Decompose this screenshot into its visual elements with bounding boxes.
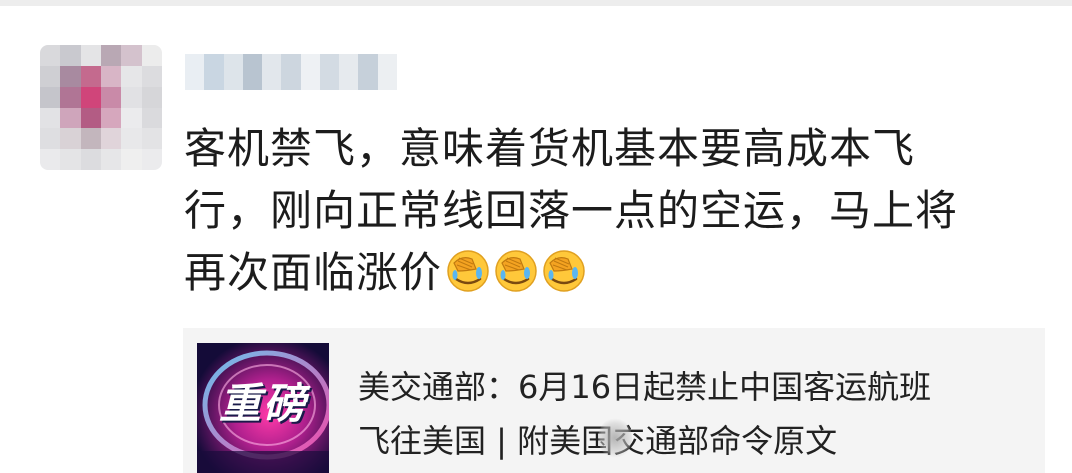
facepalm-cry-icon [495, 250, 537, 292]
avatar-pixel [40, 45, 61, 66]
avatar-pixel [141, 149, 162, 170]
avatar-pixel [40, 107, 61, 129]
post-text-line: 再次面临涨价 [184, 242, 1034, 304]
link-title-line: 美交通部：6月16日起禁止中国客运航班 [358, 368, 932, 406]
avatar-pixel [80, 128, 101, 150]
avatar-pixel [141, 65, 162, 87]
image-artifact-smudge [598, 418, 632, 458]
avatar-pixel [141, 107, 162, 129]
avatar-pixel [60, 128, 81, 150]
author-name-blurred[interactable] [185, 54, 397, 90]
name-blur-block [319, 54, 340, 90]
avatar-pixel [141, 45, 162, 66]
avatar-pixel [80, 45, 101, 66]
name-blur-block [300, 54, 320, 90]
avatar-pixel [121, 149, 142, 170]
link-title-line: 飞往美国 | 附美国交通部命令原文 [358, 422, 838, 460]
avatar-pixel [121, 128, 142, 150]
link-title: 美交通部：6月16日起禁止中国客运航班 飞往美国 | 附美国交通部命令原文 [358, 360, 1038, 468]
avatar-pixel [101, 86, 122, 108]
avatar-pixel [60, 107, 81, 129]
shared-link-card[interactable]: 重磅 美交通部：6月16日起禁止中国客运航班 飞往美国 | 附美国交通部命令原文 [183, 328, 1045, 473]
avatar-pixel [101, 149, 122, 170]
name-blur-block [339, 54, 359, 90]
facepalm-cry-icon [543, 250, 585, 292]
post-body: 客机禁飞，意味着货机基本要高成本飞 行，刚向正常线回落一点的空运，马上将 再次面… [184, 118, 1034, 304]
thumbnail-headline: 重磅 [218, 379, 307, 428]
avatar-pixel [80, 86, 101, 108]
name-blur-block [242, 54, 263, 90]
avatar-pixel [40, 149, 61, 170]
avatar-pixel [80, 107, 101, 129]
avatar-pixel [60, 149, 81, 170]
avatar-pixel [40, 65, 61, 87]
facepalm-cry-icon [447, 250, 489, 292]
avatar-pixel [40, 128, 61, 150]
post-text-line: 客机禁飞，意味着货机基本要高成本飞 [184, 124, 916, 173]
avatar-pixel [40, 86, 61, 108]
avatar-pixel [101, 128, 122, 150]
avatar-pixel [101, 107, 122, 129]
avatar-pixel [80, 65, 101, 87]
post-text-line: 行，刚向正常线回落一点的空运，马上将 [184, 186, 959, 235]
name-blur-block [204, 54, 224, 90]
avatar-pixel [101, 65, 122, 87]
link-thumbnail: 重磅 [197, 343, 329, 473]
avatar-pixel [101, 45, 122, 66]
top-divider [0, 0, 1072, 6]
avatar-pixel [60, 65, 81, 87]
avatar-pixel [121, 65, 142, 87]
avatar-pixel [60, 86, 81, 108]
avatar-pixel [121, 86, 142, 108]
name-blur-block [262, 54, 282, 90]
avatar-pixel [141, 128, 162, 150]
avatar-pixel [141, 86, 162, 108]
name-blur-block [185, 54, 205, 90]
name-blur-block [281, 54, 301, 90]
post-text-line-content: 再次面临涨价 [184, 248, 443, 297]
avatar[interactable] [40, 45, 162, 170]
name-blur-block [358, 54, 378, 90]
avatar-pixel [80, 149, 101, 170]
name-blur-block [223, 54, 243, 90]
avatar-pixel [121, 45, 142, 66]
name-blur-block [377, 54, 397, 90]
avatar-pixel [60, 45, 81, 66]
avatar-pixel [121, 107, 142, 129]
